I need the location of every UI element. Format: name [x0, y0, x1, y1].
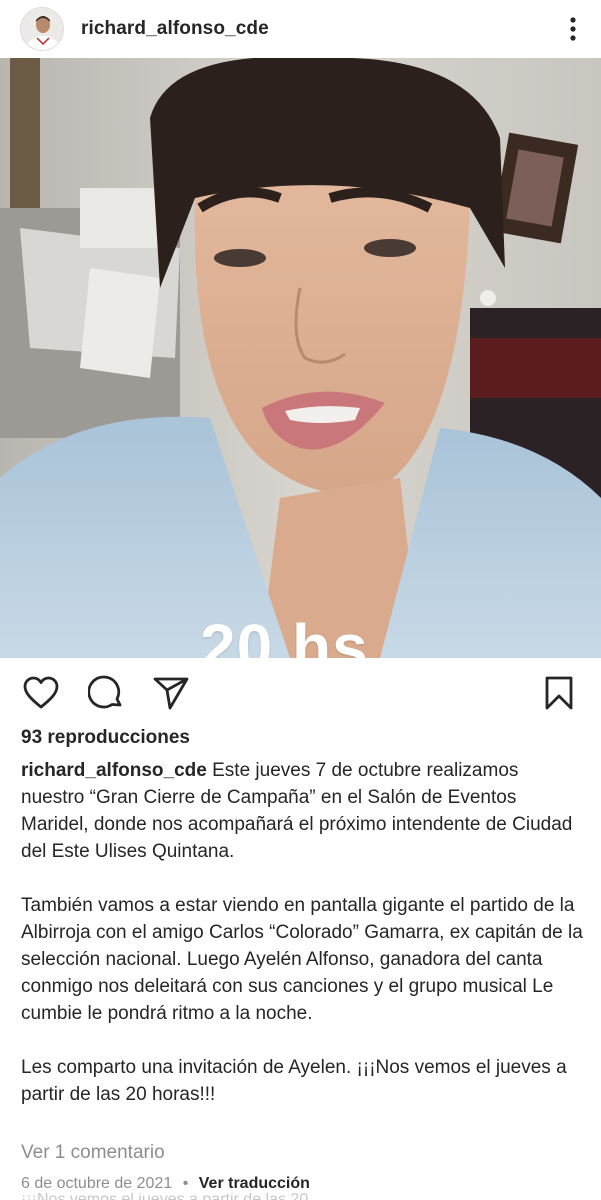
heart-icon [23, 676, 59, 709]
post-caption: richard_alfonso_cde Este jueves 7 de oct… [21, 757, 583, 1108]
share-button[interactable] [152, 674, 190, 712]
post-header: richard_alfonso_cde [0, 0, 601, 58]
profile-photo [21, 8, 63, 50]
cut-off-text: ¡¡¡Nos vemos el jueves a partir de las 2… [21, 1193, 321, 1200]
paper-plane-icon [153, 677, 189, 710]
avatar[interactable] [20, 7, 64, 51]
view-count: 93 reproducciones [21, 727, 190, 748]
view-comments-link[interactable]: Ver 1 comentario [21, 1142, 165, 1164]
see-translation-link[interactable]: Ver traducción [199, 1175, 310, 1192]
caption-paragraph-3: Les comparto una invitación de Ayelen. ¡… [21, 1057, 567, 1105]
like-button[interactable] [22, 674, 60, 712]
action-bar [0, 660, 601, 724]
save-button[interactable] [540, 674, 578, 712]
caption-paragraph-2: También vamos a estar viendo en pantalla… [21, 895, 583, 1024]
video-media[interactable]: 20 hs [0, 58, 601, 658]
comment-button[interactable] [87, 674, 125, 712]
caption-paragraph-1: richard_alfonso_cde Este jueves 7 de oct… [21, 757, 583, 865]
comment-bubble-icon [88, 675, 122, 709]
more-options-button[interactable] [559, 9, 587, 49]
meta-separator: • [182, 1175, 189, 1192]
bookmark-icon [545, 676, 573, 710]
post-username[interactable]: richard_alfonso_cde [81, 18, 559, 40]
vertical-dots-icon [570, 17, 576, 41]
post-meta: 6 de octubre de 2021 • Ver traducción [21, 1175, 310, 1193]
post-date: 6 de octubre de 2021 [21, 1175, 173, 1192]
caption-username[interactable]: richard_alfonso_cde [21, 760, 207, 781]
video-frame [0, 58, 601, 658]
video-overlay-text: 20 hs [200, 611, 369, 658]
